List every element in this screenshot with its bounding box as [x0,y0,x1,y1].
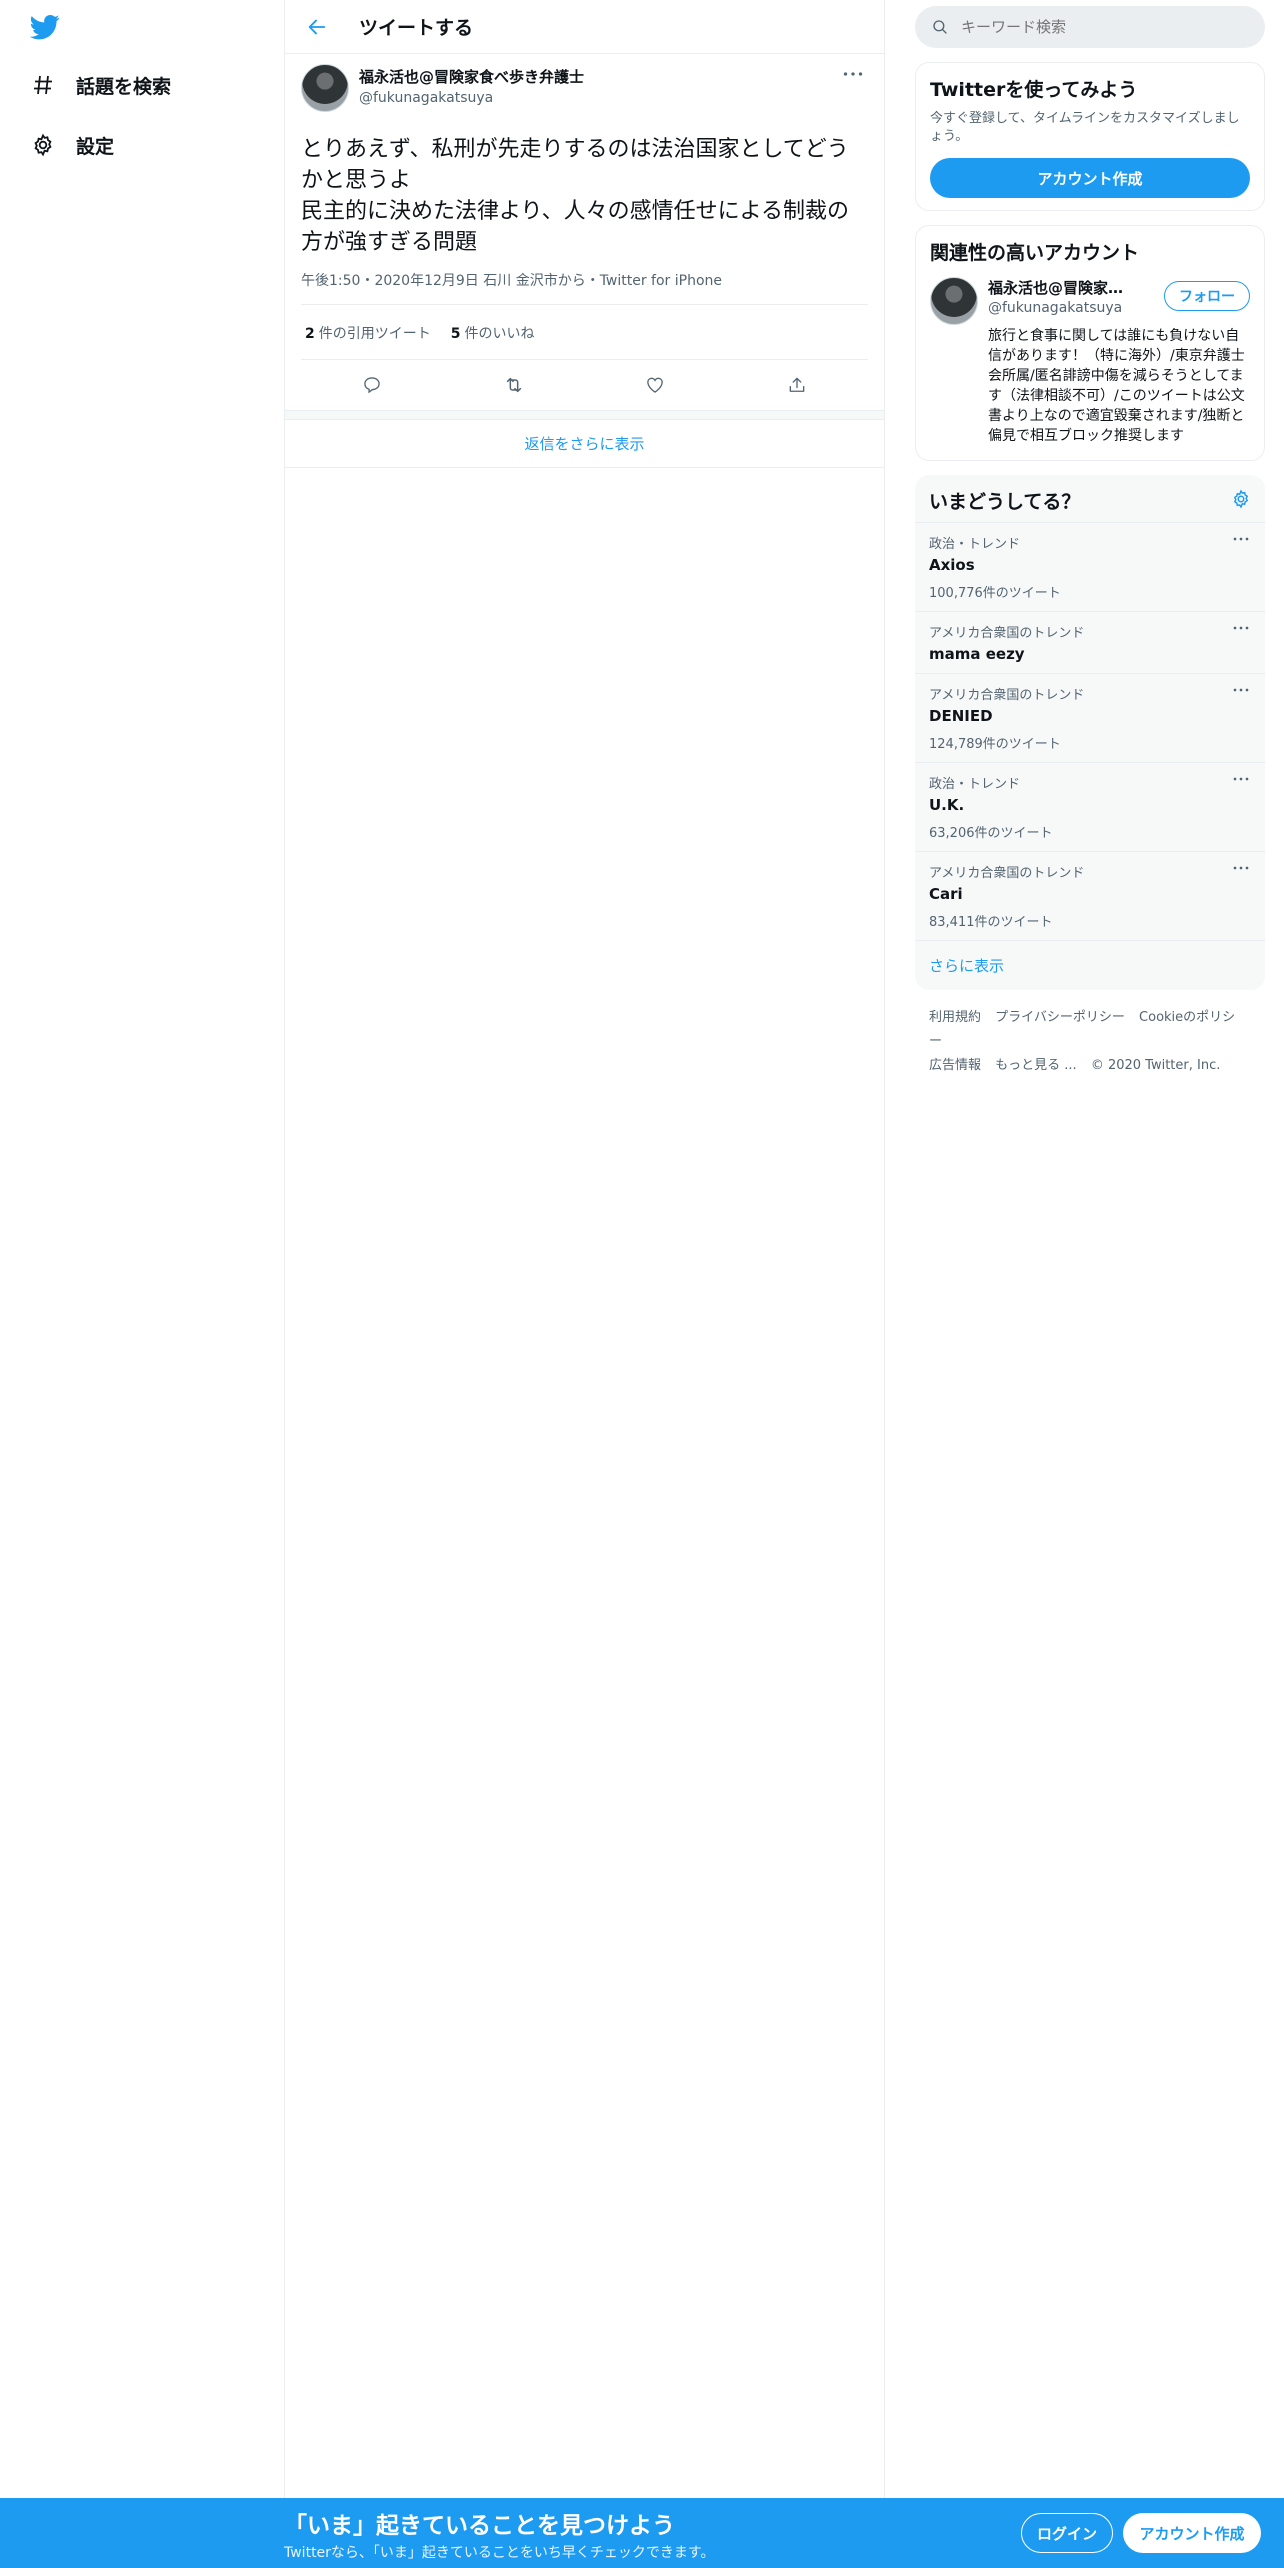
trend-name: Cari [929,885,963,903]
trend-count: 83,411件のツイート [929,915,1053,930]
login-button[interactable]: ログイン [1021,2513,1113,2553]
gear-icon[interactable] [1231,489,1251,513]
hashtag-icon [28,70,58,100]
trend-name: mama eezy [929,645,1025,663]
gear-icon [28,130,58,160]
quote-count: 2 [305,326,315,342]
more-options-icon[interactable] [1229,620,1253,636]
likes-stat[interactable]: 5 件のいいね [451,323,535,343]
trend-count: 124,789件のツイート [929,737,1061,752]
like-button[interactable] [635,365,675,405]
banner-subtitle: Twitterなら、「いま」起きていることをいち早くチェックできます。 [284,2545,715,2561]
tweet-text: とりあえず、私刑が先走りするのは法治国家としてどうかと思うよ 民主的に決めた法律… [301,137,850,255]
more-options-icon[interactable] [1229,682,1253,698]
twitter-bird-icon[interactable] [28,12,62,42]
footer-link-more[interactable]: もっと見る ... [995,1058,1077,1073]
more-options-icon[interactable] [1229,531,1253,547]
left-navigation: 話題を検索 設定 [0,0,284,2568]
retweet-icon [506,377,521,393]
trends-card: いまどうしてる？ 政治・トレンド Axios 100,776件のツイート アメリ… [915,475,1265,990]
trend-item[interactable]: アメリカ合衆国のトレンド DENIED 124,789件のツイート [915,674,1265,763]
trend-count: 63,206件のツイート [929,826,1053,841]
signup-title: Twitterを使ってみよう [930,79,1138,101]
trends-header: いまどうしてる？ [915,475,1265,523]
more-options-icon[interactable] [838,64,868,84]
related-account[interactable]: 福永活也@冒険家食... @fukunagakatsuya 旅行と食事に関しては… [916,273,1264,460]
trend-name: Axios [929,556,975,574]
main-header: ツイートする [285,0,884,54]
trend-item[interactable]: 政治・トレンド Axios 100,776件のツイート [915,523,1265,612]
author-display-name[interactable]: 福永活也@冒険家食べ歩き弁護士 [359,66,584,87]
nav-explore-label: 話題を検索 [76,75,172,98]
signup-banner: 「いま」起きていることを見つけよう Twitterなら、「いま」起きていることを… [0,2498,1284,2568]
retweet-button[interactable] [494,365,534,405]
tweet-timestamp[interactable]: 午後1:50・2020年12月9日 石川 金沢市から・Twitter for i… [301,270,868,305]
search-icon [933,20,947,34]
more-options-icon[interactable] [1229,860,1253,876]
section-divider [285,410,884,420]
signup-card: Twitterを使ってみよう 今すぐ登録して、タイムラインをカスタマイズしましょ… [915,62,1265,211]
reply-button[interactable] [352,365,392,405]
trend-context: 政治・トレンド [929,777,1021,792]
author-names: 福永活也@冒険家食べ歩き弁護士 @fukunagakatsuya [359,66,584,106]
search-input[interactable] [961,18,1221,36]
footer-link-privacy[interactable]: プライバシーポリシー [995,1010,1125,1025]
related-accounts-card: 関連性の高いアカウント 福永活也@冒険家食... @fukunagakatsuy… [915,225,1265,461]
arrow-left-icon [308,19,326,34]
tweet-stats: 2 件の引用ツイート 5 件のいいね [301,305,868,360]
related-account-bio: 旅行と食事に関しては誰にも負けない自信があります！（特に海外）/東京弁護士会所属… [988,328,1245,444]
trend-context: 政治・トレンド [929,537,1021,552]
right-sidebar: Twitterを使ってみよう 今すぐ登録して、タイムラインをカスタマイズしましょ… [915,0,1265,1094]
create-account-button[interactable]: アカウント作成 [930,158,1250,198]
trends-show-more-link[interactable]: さらに表示 [915,941,1265,990]
nav-settings-label: 設定 [76,135,115,158]
avatar[interactable] [930,277,978,325]
trend-item[interactable]: アメリカ合衆国のトレンド mama eezy [915,612,1265,674]
tweet-detail: 福永活也@冒険家食べ歩き弁護士 @fukunagakatsuya とりあえず、私… [285,54,884,410]
trends-title: いまどうしてる？ [929,491,1081,513]
show-more-replies-link[interactable]: 返信をさらに表示 [285,420,884,468]
follow-button[interactable]: フォロー [1164,281,1250,311]
trend-count: 100,776件のツイート [929,586,1061,601]
footer-link-terms[interactable]: 利用規約 [929,1010,981,1025]
trend-name: U.K. [929,796,965,814]
footer-copyright: © 2020 Twitter, Inc. [1090,1058,1221,1073]
reply-icon [364,377,380,394]
like-label: 件のいいね [464,326,535,342]
trend-name: DENIED [929,707,993,725]
related-account-name[interactable]: 福永活也@冒険家食... [988,277,1138,298]
trend-item[interactable]: 政治・トレンド U.K. 63,206件のツイート [915,763,1265,852]
nav-settings[interactable]: 設定 [28,120,114,170]
footer-link-ads[interactable]: 広告情報 [929,1058,981,1073]
avatar[interactable] [301,64,349,112]
banner-title: 「いま」起きていることを見つけよう [284,2513,675,2539]
page-title: ツイートする [359,17,474,39]
like-count: 5 [450,326,461,342]
quote-tweets-stat[interactable]: 2 件の引用ツイート [305,323,431,343]
related-title: 関連性の高いアカウント [930,242,1140,264]
share-button[interactable] [777,365,817,405]
tweet-author: 福永活也@冒険家食べ歩き弁護士 @fukunagakatsuya [301,64,868,120]
trend-context: アメリカ合衆国のトレンド [929,866,1085,881]
quote-label: 件の引用ツイート [318,326,431,342]
trend-item[interactable]: アメリカ合衆国のトレンド Cari 83,411件のツイート [915,852,1265,941]
trend-context: アメリカ合衆国のトレンド [929,626,1085,641]
tweet-actions [301,360,868,410]
footer-links: 利用規約 プライバシーポリシー Cookieのポリシー 広告情報 もっと見る .… [915,990,1265,1094]
share-icon [789,377,805,392]
back-button[interactable] [297,7,337,47]
banner-create-account-button[interactable]: アカウント作成 [1123,2513,1261,2553]
main-column: ツイートする 福永活也@冒険家食べ歩き弁護士 @fukunagakatsuya … [284,0,885,2498]
search-bar[interactable] [915,6,1265,48]
author-handle[interactable]: @fukunagakatsuya [359,90,584,106]
heart-icon [647,377,664,393]
trend-context: アメリカ合衆国のトレンド [929,688,1085,703]
signup-subtitle: 今すぐ登録して、タイムラインをカスタマイズしましょう。 [930,111,1240,144]
nav-explore[interactable]: 話題を検索 [28,60,171,110]
more-options-icon[interactable] [1229,771,1253,787]
